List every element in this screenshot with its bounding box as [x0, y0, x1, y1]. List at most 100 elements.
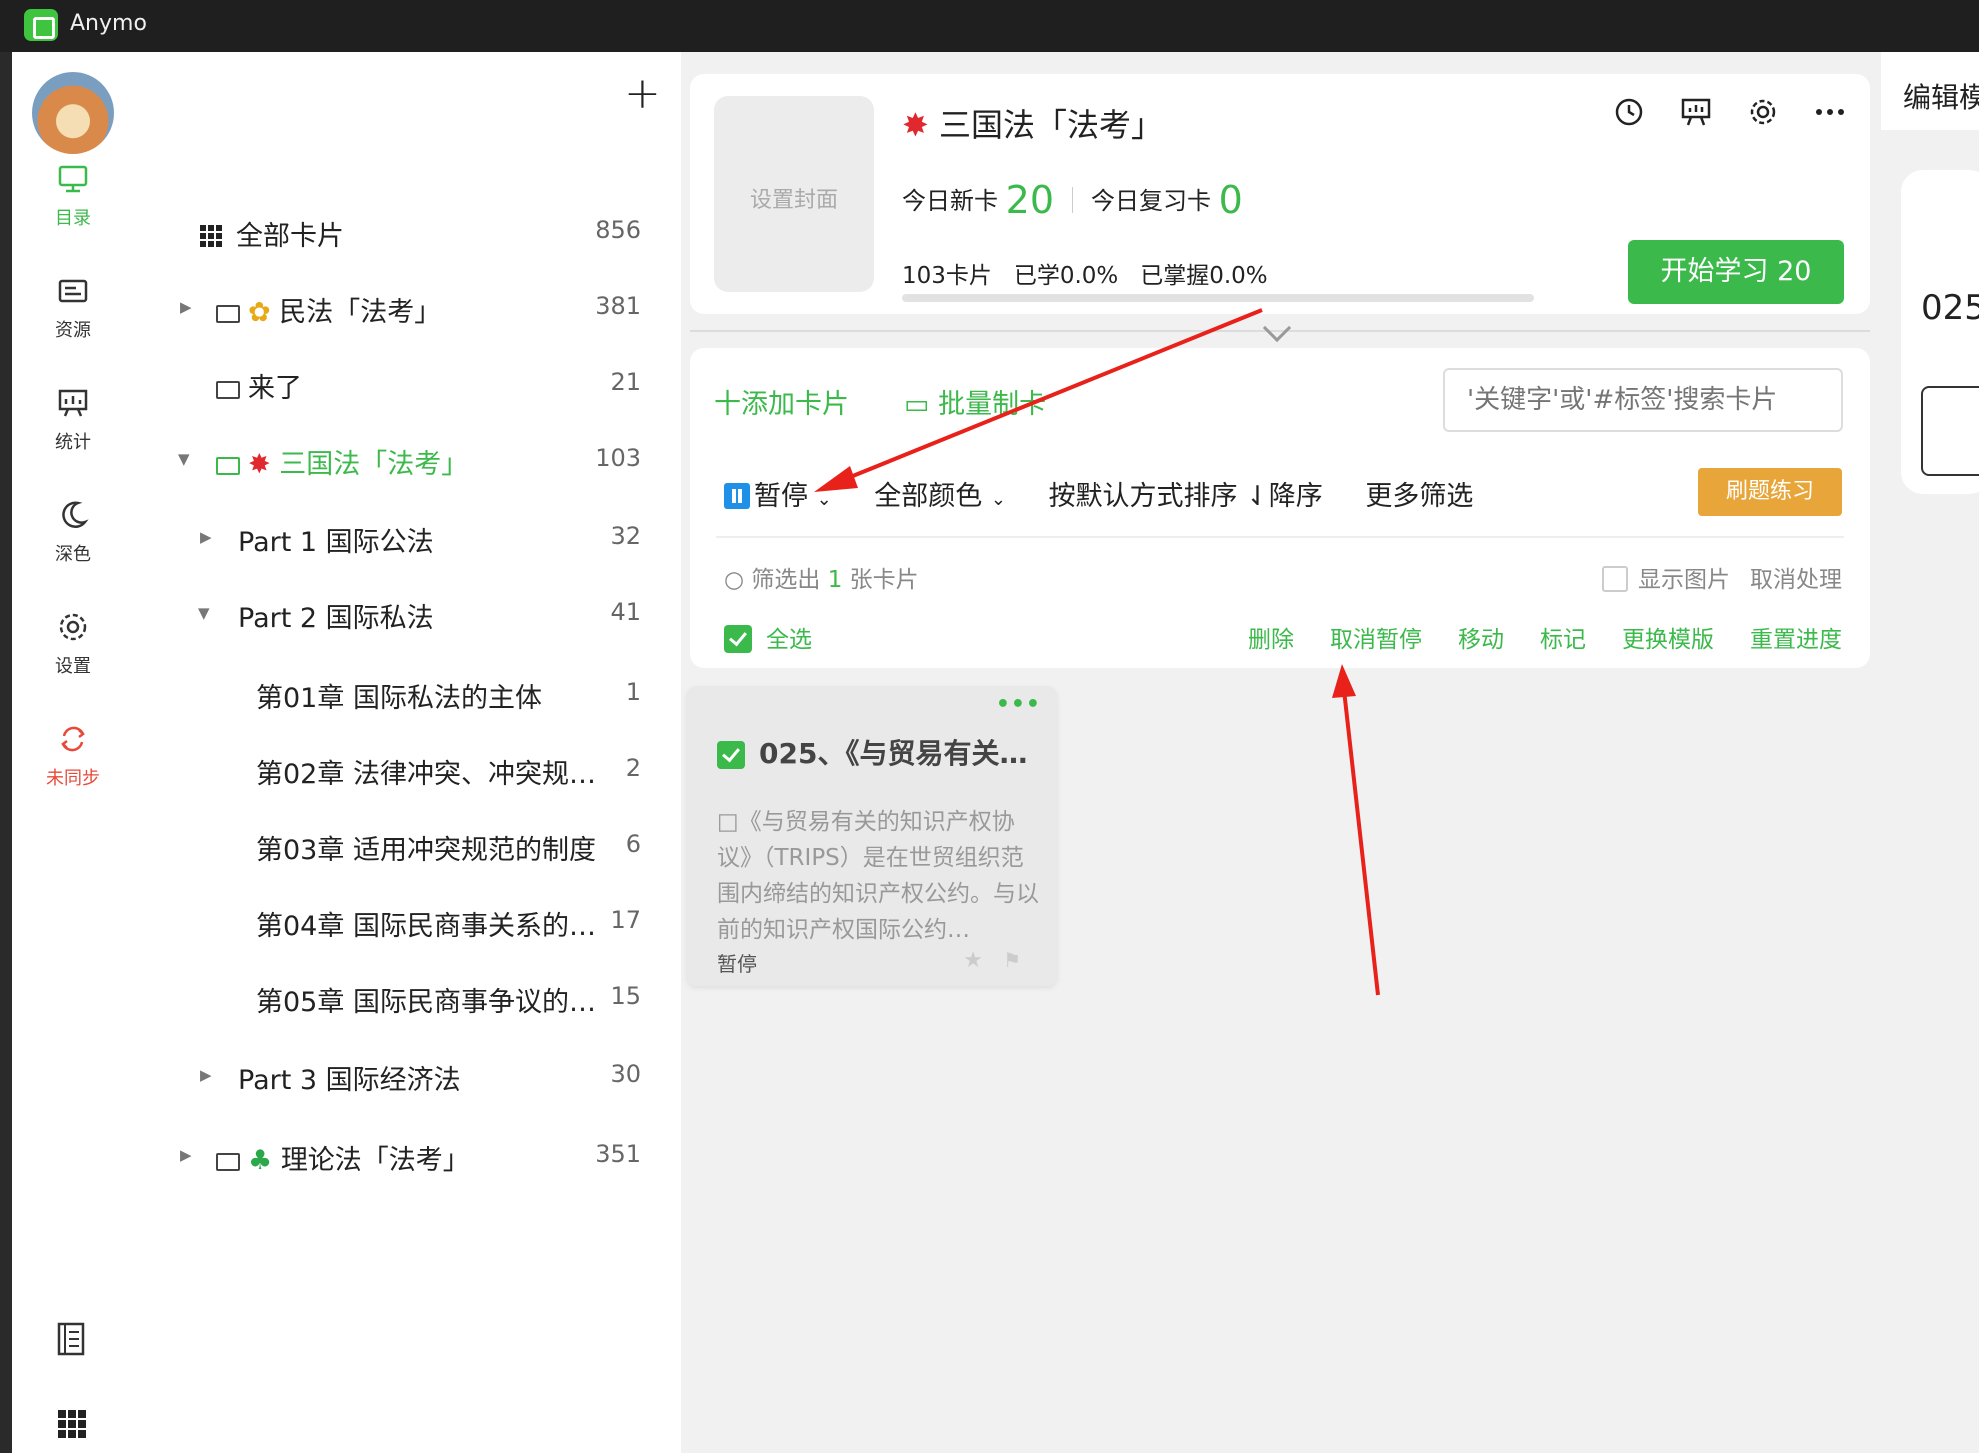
search-input[interactable]	[1443, 368, 1843, 432]
gear-icon[interactable]	[1747, 96, 1779, 128]
nav-resources[interactable]: 资源	[12, 274, 134, 342]
expand-arrow-icon[interactable]: ▶	[200, 1066, 212, 1084]
today-stats: 今日新卡 20 今日复习卡 0	[902, 178, 1243, 222]
sunflower-icon: ✿	[248, 297, 271, 328]
card-body: □《与贸易有关的知识产权协议》（TRIPS）是在世贸组织范围内缔结的知识产权公约…	[717, 809, 1039, 943]
tree-item-theory-law[interactable]: ▶ ♣ 理论法「法考」 351	[134, 1126, 681, 1186]
move-button[interactable]: 移动	[1458, 627, 1504, 653]
filter-result: ○ 筛选出 1 张卡片	[724, 567, 919, 593]
tree-item-count: 1	[625, 678, 641, 706]
apps-grid-icon[interactable]	[58, 1410, 86, 1438]
moon-icon	[62, 501, 89, 528]
nav-stats[interactable]: 统计	[12, 386, 134, 454]
tree-item-label: Part 3 国际经济法	[238, 1065, 461, 1096]
learned-percent: 已学0.0%	[1013, 263, 1119, 289]
star-icon[interactable]: ★	[963, 948, 983, 973]
tree-item-count: 15	[610, 982, 641, 1010]
nav-label: 统计	[55, 432, 91, 453]
tree-item-international-law[interactable]: ▼ ✸ 三国法「法考」 103	[134, 430, 681, 490]
card-item[interactable]: ••• 025、《与贸易有关… □《与贸易有关的知识产权协议》（TRIPS）是在…	[687, 686, 1057, 986]
nav-sync[interactable]: 未同步	[12, 722, 134, 790]
window-edge	[0, 52, 12, 1453]
flag-icon[interactable]: ⚑	[1003, 948, 1021, 972]
preview-button[interactable]	[1921, 386, 1979, 476]
select-all-checkbox[interactable]: 全选	[724, 620, 812, 654]
unpause-button[interactable]: 取消暂停	[1330, 627, 1422, 653]
tree-item-chapter[interactable]: 第03章 适用冲突规范的制度 6	[134, 816, 681, 876]
tree-item-civil-law[interactable]: ▶ ✿ 民法「法考」 381	[134, 278, 681, 338]
checked-icon[interactable]	[717, 741, 745, 769]
tree-item-part1[interactable]: ▶ Part 1 国际公法 32	[134, 508, 681, 568]
tree-item-chapter[interactable]: 第05章 国际民商事争议的… 15	[134, 968, 681, 1028]
app-name: Anymo	[70, 11, 147, 36]
reset-progress-button[interactable]: 重置进度	[1750, 627, 1842, 653]
nav-dark-mode[interactable]: 深色	[12, 498, 134, 566]
nav-settings[interactable]: 设置	[12, 610, 134, 678]
show-images-checkbox[interactable]: 显示图片	[1602, 560, 1730, 594]
deck-toolbar	[1583, 96, 1846, 132]
tree-item-label: 民法「法考」	[279, 297, 442, 328]
expand-arrow-icon[interactable]: ▶	[180, 1146, 192, 1164]
more-dots-icon[interactable]	[1814, 96, 1846, 128]
mastered-percent: 已掌握0.0%	[1140, 263, 1268, 289]
expand-arrow-icon[interactable]: ▶	[200, 528, 212, 546]
avatar[interactable]	[32, 72, 114, 154]
collapse-arrow-icon[interactable]: ▼	[198, 604, 210, 622]
card-preview-panel: 编辑模 025	[1881, 52, 1979, 1453]
checked-icon	[724, 625, 752, 653]
change-template-button[interactable]: 更换模版	[1622, 627, 1714, 653]
main-content: 设置封面 ✸ 三国法「法考」 今日新卡 20 今日复习卡 0 103卡片 已学0.…	[681, 52, 1881, 1453]
notebook-icon[interactable]	[56, 1322, 86, 1356]
deck-title: ✸ 三国法「法考」	[902, 106, 1163, 144]
mark-button[interactable]: 标记	[1540, 627, 1586, 653]
filter-bar: 暂停 ⌄ 全部颜色 ⌄ 按默认方式排序 ⇃降序 更多筛选	[724, 474, 1473, 513]
tree-item-all-cards[interactable]: 全部卡片 856	[134, 202, 681, 262]
tree-item-part2[interactable]: ▼ Part 2 国际私法 41	[134, 584, 681, 644]
tree-item-count: 381	[595, 292, 641, 320]
folder-icon	[216, 305, 240, 323]
collapse-arrow-icon[interactable]: ▼	[178, 450, 190, 468]
more-filters-button[interactable]: 更多筛选	[1365, 481, 1473, 512]
more-dots-icon[interactable]: •••	[996, 692, 1041, 717]
card-list-panel: 十添加卡片 ▭ 批量制卡 暂停 ⌄ 全部颜色 ⌄ 按默认方式排序 ⇃降序 更多筛…	[690, 348, 1870, 668]
checkbox-icon	[1602, 566, 1628, 592]
cancel-process-button[interactable]: 取消处理	[1750, 560, 1842, 594]
folder-icon	[216, 381, 240, 399]
resource-icon	[58, 279, 88, 303]
edit-template-header[interactable]: 编辑模	[1881, 52, 1979, 130]
nav-catalog[interactable]: 目录	[12, 162, 134, 230]
chevron-down-icon[interactable]	[1262, 313, 1292, 343]
folder-icon	[216, 1153, 240, 1171]
batch-create-button[interactable]: ▭ 批量制卡	[904, 382, 1046, 421]
tree-item-count: 351	[595, 1140, 641, 1168]
add-deck-button[interactable]: +	[624, 72, 661, 116]
drill-practice-button[interactable]: 刷题练习	[1698, 468, 1842, 516]
delete-button[interactable]: 删除	[1248, 627, 1294, 653]
tree-item-label: 第01章 国际私法的主体	[256, 683, 542, 714]
grid-icon	[200, 225, 222, 247]
start-study-button[interactable]: 开始学习 20	[1628, 240, 1844, 304]
tree-item-label: 三国法「法考」	[279, 449, 469, 480]
nav-label: 设置	[55, 656, 91, 677]
presentation-icon[interactable]	[1680, 96, 1712, 128]
tree-item-chapter[interactable]: 第02章 法律冲突、冲突规… 2	[134, 740, 681, 800]
tree-item-count: 2	[625, 754, 641, 782]
preview-card-number: 025	[1921, 288, 1979, 328]
set-cover-button[interactable]: 设置封面	[714, 96, 874, 292]
new-card-count: 20	[1005, 178, 1054, 222]
nav-rail: 目录 资源 统计 深色 设置 未同步	[12, 52, 134, 1453]
add-card-button[interactable]: 十添加卡片	[714, 382, 849, 421]
history-clock-icon[interactable]	[1613, 96, 1645, 128]
color-filter-dropdown[interactable]: 全部颜色 ⌄	[874, 481, 1006, 512]
nav-label: 深色	[55, 544, 91, 565]
expand-arrow-icon[interactable]: ▶	[180, 298, 192, 316]
tree-item-laile[interactable]: 来了 21	[134, 354, 681, 414]
status-filter-dropdown[interactable]: 暂停 ⌄	[724, 481, 832, 512]
tree-item-chapter[interactable]: 第04章 国际民商事关系的… 17	[134, 892, 681, 952]
tree-item-label: 来了	[248, 373, 302, 404]
tree-item-chapter[interactable]: 第01章 国际私法的主体 1	[134, 664, 681, 724]
sort-dropdown[interactable]: 按默认方式排序 ⇃降序	[1049, 481, 1323, 512]
tree-item-part3[interactable]: ▶ Part 3 国际经济法 30	[134, 1046, 681, 1106]
tree-item-count: 41	[610, 598, 641, 626]
deck-tree: + 全部卡片 856 ▶ ✿ 民法「法考」 381 来了 21 ▼ ✸ 三国法「…	[134, 52, 681, 1453]
